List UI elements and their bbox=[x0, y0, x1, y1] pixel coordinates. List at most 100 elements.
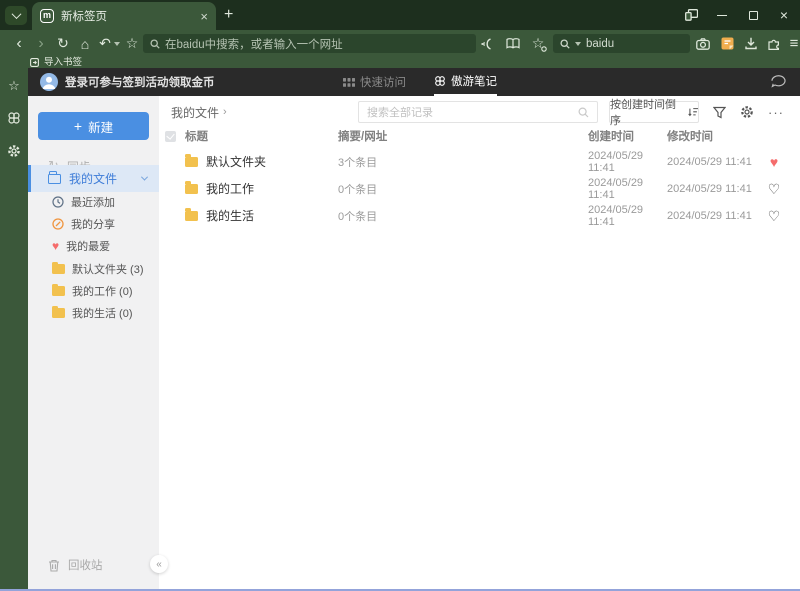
search-engine-caret[interactable] bbox=[575, 41, 581, 46]
recycle-bin-item[interactable]: 回收站 bbox=[28, 553, 159, 577]
folder-icon bbox=[185, 208, 198, 221]
heart-icon: ♥ bbox=[52, 239, 60, 253]
notes-main: 我的文件 › 搜索全部记录 按创建时间倒序 ··· 标题 摘要/网址 创建时间 … bbox=[159, 96, 800, 589]
sidebar-item-default-folder[interactable]: 默认文件夹 (3) bbox=[28, 258, 159, 280]
menu-icon[interactable]: ≡ bbox=[785, 30, 800, 57]
sidebar-item-shares[interactable]: 我的分享 bbox=[28, 213, 159, 235]
notes-sidebar: + 新建 ↻ 同步 我的文件 最近添加 我的分享 ♥ 我的 bbox=[28, 96, 168, 589]
trash-icon bbox=[49, 559, 59, 572]
bookmark-manager-icon[interactable]: ☆ bbox=[528, 30, 548, 57]
avatar[interactable] bbox=[40, 73, 58, 91]
minimize-button[interactable] bbox=[712, 5, 732, 25]
grid-icon bbox=[343, 77, 355, 87]
folder-icon bbox=[52, 261, 65, 274]
folder-icon bbox=[185, 154, 198, 167]
forward-button[interactable]: › bbox=[32, 30, 50, 57]
share-edit-icon bbox=[52, 218, 64, 230]
sidebar-item-favorites[interactable]: ♥ 我的最爱 bbox=[28, 235, 159, 257]
bookmarks-bar: 导入书签 bbox=[0, 57, 800, 68]
favorite-heart-icon[interactable]: ♥ bbox=[760, 155, 788, 169]
maxnote-app: + 新建 ↻ 同步 我的文件 最近添加 我的分享 ♥ 我的 bbox=[28, 96, 800, 589]
favorites-star-icon[interactable]: ☆ bbox=[0, 75, 28, 97]
favorite-heart-icon[interactable]: ♡ bbox=[760, 182, 788, 196]
plus-icon: + bbox=[73, 118, 83, 134]
sidebar-item-my-files[interactable]: 我的文件 bbox=[28, 165, 159, 192]
import-bookmarks-icon bbox=[30, 58, 39, 67]
filter-funnel-icon[interactable] bbox=[713, 106, 726, 119]
tab-maxnote[interactable]: 傲游笔记 bbox=[434, 68, 497, 96]
folder-icon bbox=[52, 305, 65, 318]
settings-gear-icon[interactable] bbox=[740, 105, 754, 119]
undo-dropdown-caret[interactable] bbox=[113, 30, 121, 57]
browser-window: m 新标签页 × + × ‹ › ↻ ⌂ ↶ ☆ 在baidu中搜索，或者输入一… bbox=[0, 0, 800, 591]
quick-search-box[interactable]: baidu bbox=[553, 34, 690, 53]
table-header: 标题 摘要/网址 创建时间 修改时间 bbox=[159, 126, 800, 146]
extensions-puzzle-icon[interactable] bbox=[764, 30, 784, 57]
column-modified[interactable]: 修改时间 bbox=[667, 128, 760, 144]
window-close-button[interactable]: × bbox=[774, 5, 794, 25]
tab-quick-access[interactable]: 快速访问 bbox=[343, 68, 406, 96]
select-all-checkbox[interactable] bbox=[165, 130, 176, 142]
search-icon bbox=[150, 38, 160, 49]
address-placeholder: 在baidu中搜索，或者输入一个网址 bbox=[165, 38, 343, 51]
maximize-button[interactable] bbox=[743, 5, 763, 25]
search-icon bbox=[560, 38, 570, 49]
chevron-down-icon[interactable] bbox=[140, 173, 149, 181]
folder-icon bbox=[52, 283, 65, 296]
new-note-button[interactable]: + 新建 bbox=[38, 112, 149, 140]
breadcrumb[interactable]: 我的文件 › bbox=[171, 104, 227, 121]
breadcrumb-arrow-icon: › bbox=[223, 106, 227, 118]
table-row[interactable]: 我的生活 0个条目 2024/05/29 11:41 2024/05/29 11… bbox=[159, 202, 800, 229]
screenshot-camera-icon[interactable] bbox=[693, 30, 713, 57]
notes-search-input[interactable]: 搜索全部记录 bbox=[358, 101, 598, 123]
quick-search-value: baidu bbox=[586, 37, 615, 50]
new-tab-button[interactable]: + bbox=[224, 5, 233, 25]
folder-icon bbox=[185, 181, 198, 194]
notes-header: 登录可参与签到活动领取金币 快速访问 傲游笔记 bbox=[28, 68, 800, 96]
tab-list-chevron-button[interactable] bbox=[5, 6, 27, 25]
notes-snippet-icon[interactable] bbox=[717, 30, 737, 57]
column-title[interactable]: 标题 bbox=[185, 128, 338, 144]
refresh-button[interactable]: ↻ bbox=[53, 30, 73, 57]
maxthon-logo-icon: m bbox=[40, 9, 54, 23]
column-created[interactable]: 创建时间 bbox=[588, 128, 667, 144]
folder-icon bbox=[48, 170, 61, 184]
undo-button[interactable]: ↶ bbox=[96, 30, 114, 57]
window-controls: × bbox=[681, 0, 794, 30]
settings-gear-icon[interactable] bbox=[0, 140, 28, 162]
sort-desc-icon bbox=[687, 108, 698, 117]
sidebar-item-my-life[interactable]: 我的生活 (0) bbox=[28, 302, 159, 324]
download-icon[interactable] bbox=[741, 30, 761, 57]
favorite-heart-icon[interactable]: ♡ bbox=[760, 209, 788, 223]
chevron-down-icon bbox=[11, 9, 21, 20]
sidebar-collapse-button[interactable]: « bbox=[150, 555, 168, 573]
login-banner[interactable]: 登录可参与签到活动领取金币 bbox=[65, 74, 215, 90]
maxnote-clover-icon bbox=[435, 76, 445, 86]
notes-header-tabs: 快速访问 傲游笔记 bbox=[343, 68, 497, 96]
column-summary[interactable]: 摘要/网址 bbox=[338, 128, 588, 144]
tab-bar: m 新标签页 × + × bbox=[0, 0, 800, 30]
favorite-star-button[interactable]: ☆ bbox=[122, 30, 142, 57]
home-button[interactable]: ⌂ bbox=[75, 30, 95, 57]
side-strip: ☆ bbox=[0, 68, 28, 589]
import-bookmarks-label[interactable]: 导入书签 bbox=[44, 57, 82, 68]
tab-close-icon[interactable]: × bbox=[200, 10, 208, 23]
main-topbar: 我的文件 › 搜索全部记录 按创建时间倒序 ··· bbox=[159, 96, 800, 128]
back-button[interactable]: ‹ bbox=[10, 30, 28, 57]
sidebar-item-recent[interactable]: 最近添加 bbox=[28, 191, 159, 213]
read-aloud-icon[interactable] bbox=[478, 30, 498, 57]
table-row[interactable]: 默认文件夹 3个条目 2024/05/29 11:41 2024/05/29 1… bbox=[159, 148, 800, 175]
sidebar-item-my-work[interactable]: 我的工作 (0) bbox=[28, 280, 159, 302]
reading-mode-icon[interactable] bbox=[503, 30, 523, 57]
browser-tab-newtab[interactable]: m 新标签页 × bbox=[32, 2, 216, 30]
table-body: 默认文件夹 3个条目 2024/05/29 11:41 2024/05/29 1… bbox=[159, 148, 800, 229]
sort-order-button[interactable]: 按创建时间倒序 bbox=[609, 99, 699, 127]
maxnote-clover-icon[interactable] bbox=[0, 107, 28, 129]
more-options-icon[interactable]: ··· bbox=[768, 105, 784, 120]
window-layout-icon[interactable] bbox=[681, 5, 701, 25]
address-bar[interactable]: 在baidu中搜索，或者输入一个网址 bbox=[143, 34, 476, 53]
browser-toolbar: ‹ › ↻ ⌂ ↶ ☆ 在baidu中搜索，或者输入一个网址 ☆ baidu ≡ bbox=[0, 30, 800, 57]
search-icon bbox=[578, 106, 589, 117]
table-row[interactable]: 我的工作 0个条目 2024/05/29 11:41 2024/05/29 11… bbox=[159, 175, 800, 202]
feedback-bubble-icon[interactable] bbox=[771, 75, 786, 88]
